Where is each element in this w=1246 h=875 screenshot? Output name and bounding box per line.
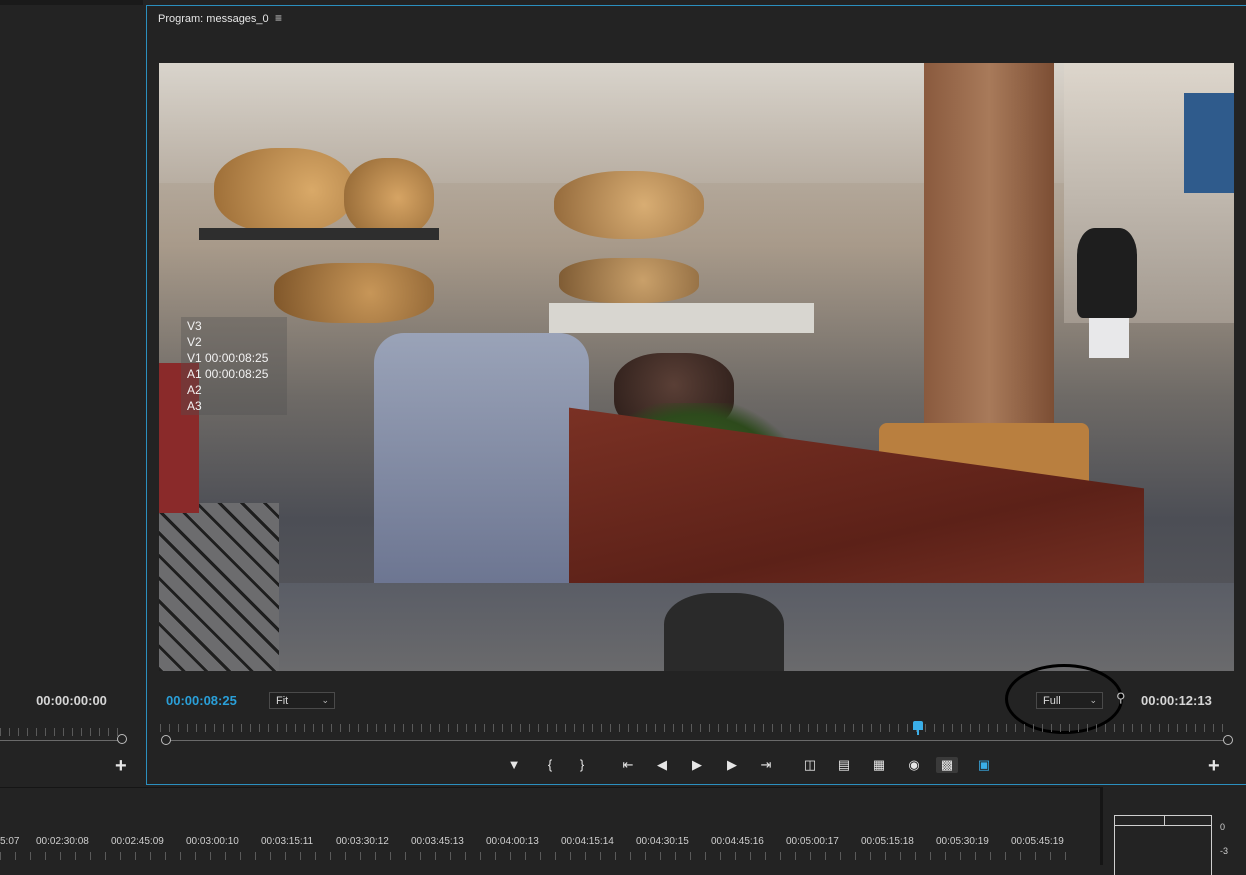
program-current-timecode[interactable]: 00:00:08:25 xyxy=(166,693,237,708)
track-label-a2: A2 xyxy=(187,383,202,397)
track-timecode-overlay: V3 V2 V1 00:00:08:25 A1 00:00:08:25 A2 A… xyxy=(181,317,287,415)
program-time-ruler[interactable] xyxy=(160,724,1228,732)
track-label-a1: A1 00:00:08:25 xyxy=(187,367,269,381)
track-label-v1: V1 00:00:08:25 xyxy=(187,351,269,365)
program-add-button[interactable]: + xyxy=(1208,756,1220,776)
audio-meter-line xyxy=(1114,825,1212,826)
source-timecode[interactable]: 00:00:00:00 xyxy=(0,693,143,708)
source-add-button[interactable]: + xyxy=(115,756,127,776)
timeline-ruler-label: 00:05:45:19 xyxy=(1011,836,1064,847)
timeline-ruler-label: 00:03:00:10 xyxy=(186,836,239,847)
track-label-a3: A3 xyxy=(187,399,202,413)
timeline-ruler-label: 00:04:45:16 xyxy=(711,836,764,847)
meter-label-minus3: -3 xyxy=(1220,846,1229,856)
zoom-end-handle[interactable] xyxy=(1223,735,1233,745)
track-label-v3: V3 xyxy=(187,319,202,333)
audio-meter xyxy=(1114,815,1212,875)
meter-label-0: 0 xyxy=(1220,822,1226,832)
panel-menu-icon[interactable]: ≡ xyxy=(275,11,282,25)
mark-in-icon[interactable]: { xyxy=(539,757,561,773)
timeline-ticks xyxy=(0,852,1080,860)
track-label-v2: V2 xyxy=(187,335,202,349)
source-monitor-panel xyxy=(0,0,143,785)
program-duration-timecode: 00:00:12:13 xyxy=(1141,693,1212,708)
overwrite-icon[interactable]: ▤ xyxy=(833,757,855,773)
go-to-in-icon[interactable]: ⇤ xyxy=(617,757,639,773)
zoom-start-handle[interactable] xyxy=(161,735,171,745)
program-video-frame[interactable] xyxy=(159,63,1234,671)
step-forward-icon[interactable]: ▶ xyxy=(721,757,743,773)
step-back-icon[interactable]: ◀ xyxy=(651,757,673,773)
source-zoom-handle[interactable] xyxy=(117,734,127,744)
zoom-level-dropdown[interactable]: Fit ⌄ xyxy=(269,692,335,709)
timeline-ruler-label: 00:03:45:13 xyxy=(411,836,464,847)
panel-header-strip xyxy=(0,0,143,5)
chevron-down-icon: ⌄ xyxy=(321,695,329,705)
timeline-ruler-label: 00:02:30:08 xyxy=(36,836,89,847)
source-scrub-bar[interactable] xyxy=(0,740,122,741)
program-panel-title[interactable]: Program: messages_0 xyxy=(158,13,269,25)
timeline-ruler-label: 00:04:30:15 xyxy=(636,836,689,847)
settings-wrench-icon[interactable]: ⚲ xyxy=(1116,690,1126,706)
marker-icon[interactable]: ▼ xyxy=(503,757,525,773)
mark-out-icon[interactable]: } xyxy=(571,757,593,773)
zoom-level-value: Fit xyxy=(276,695,289,707)
timeline-ruler-label: 00:04:00:13 xyxy=(486,836,539,847)
vr-video-icon[interactable]: ▣ xyxy=(973,757,995,773)
export-frame-icon[interactable]: ▦ xyxy=(868,757,890,773)
timeline-ruler-label: 00:03:15:11 xyxy=(261,836,314,847)
timeline-ruler-label: 00:03:30:12 xyxy=(336,836,389,847)
program-scrub-bar[interactable] xyxy=(165,740,1228,741)
go-to-out-icon[interactable]: ⇥ xyxy=(755,757,777,773)
timeline-ruler-label: 00:05:30:19 xyxy=(936,836,989,847)
timeline-ruler-label: 00:05:15:18 xyxy=(861,836,914,847)
timeline-ruler-label: 00:05:00:17 xyxy=(786,836,839,847)
compare-view-icon[interactable]: ▩ xyxy=(936,757,958,773)
camera-icon[interactable]: ◉ xyxy=(903,757,925,773)
play-icon[interactable]: ▶ xyxy=(686,757,708,773)
timeline-ruler-label: 00:04:15:14 xyxy=(561,836,614,847)
timeline-ruler-label: 5:07 xyxy=(0,836,20,847)
source-time-ruler[interactable] xyxy=(0,728,122,736)
audio-meter-divider xyxy=(1164,815,1165,825)
timeline-ruler-label: 00:02:45:09 xyxy=(111,836,164,847)
insert-icon[interactable]: ◫ xyxy=(799,757,821,773)
playhead-line xyxy=(917,729,919,735)
